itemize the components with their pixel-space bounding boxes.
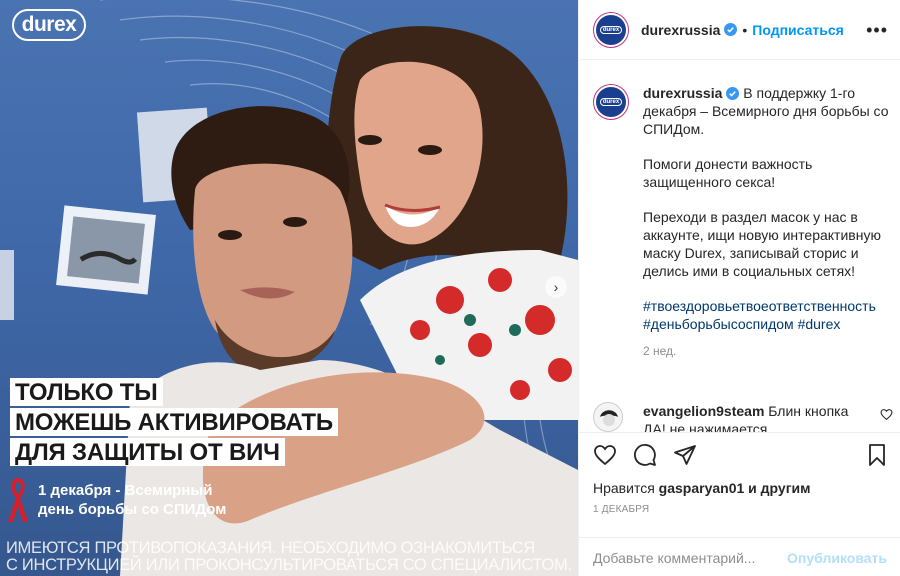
- post-sidebar: durex durexrussia • Подписаться ••• dure…: [578, 0, 900, 576]
- comment-bubble-icon[interactable]: [633, 443, 657, 467]
- event-date-text: 1 декабря - Всемирный день борьбы со СПИ…: [38, 482, 227, 518]
- avatar[interactable]: [593, 402, 623, 432]
- hashtag-link[interactable]: #твоездоровьетвоеответственность: [643, 298, 876, 314]
- medical-warning: ИМЕЮТСЯ ПРОТИВОПОКАЗАНИЯ. НЕОБХОДИМО ОЗН…: [6, 539, 572, 574]
- verified-badge-icon: [726, 87, 740, 100]
- save-bookmark-icon[interactable]: [865, 443, 889, 467]
- add-comment-bar: Опубликовать: [579, 537, 900, 576]
- headline-line: ТОЛЬКО ТЫ: [10, 378, 163, 406]
- caption-username[interactable]: durexrussia: [643, 85, 722, 101]
- share-send-icon[interactable]: [673, 443, 697, 467]
- post-media[interactable]: durex › ТОЛЬКО ТЫ МОЖЕШЬ АКТИВИРОВАТЬ ДЛ…: [0, 0, 578, 576]
- liker-username[interactable]: gasparyan01: [659, 480, 745, 496]
- likes-others-link[interactable]: и другим: [748, 480, 810, 496]
- more-options-icon[interactable]: •••: [866, 20, 888, 41]
- post-header: durex durexrussia • Подписаться •••: [579, 0, 900, 60]
- post-caption: durex durexrussia В поддержку 1-го декаб…: [593, 84, 893, 358]
- caption-paragraph: Помоги донести важность защищенного секс…: [643, 156, 813, 190]
- comment-like-heart-icon[interactable]: [880, 408, 893, 421]
- comment-input[interactable]: [593, 547, 783, 569]
- likes-summary: Нравится gasparyan01 и другим: [593, 480, 811, 496]
- follow-button[interactable]: Подписаться: [752, 22, 844, 38]
- header-username[interactable]: durexrussia: [641, 22, 720, 38]
- hashtag-link[interactable]: #durex: [798, 316, 841, 332]
- publish-button[interactable]: Опубликовать: [787, 550, 887, 566]
- avatar[interactable]: durex: [593, 84, 629, 120]
- caption-paragraph: Переходи в раздел масок у нас в аккаунте…: [643, 209, 881, 279]
- next-slide-chevron-right-icon[interactable]: ›: [545, 276, 567, 298]
- post-date[interactable]: 1 ДЕКАБРЯ: [593, 504, 649, 515]
- hashtag-link[interactable]: #деньборьбысоспидом: [643, 316, 794, 332]
- like-heart-icon[interactable]: [593, 443, 617, 467]
- separator-dot: •: [742, 21, 748, 38]
- comment-item: evangelion9steam Блин кнопка ДА! не нажи…: [593, 402, 893, 432]
- headline-line: ДЛЯ ЗАЩИТЫ ОТ ВИЧ: [10, 438, 285, 466]
- comment-username[interactable]: evangelion9steam: [643, 403, 764, 419]
- verified-badge-icon: [724, 23, 738, 36]
- caption-timestamp[interactable]: 2 нед.: [643, 344, 893, 358]
- avatar[interactable]: durex: [593, 11, 629, 48]
- post-headline: ТОЛЬКО ТЫ МОЖЕШЬ АКТИВИРОВАТЬ ДЛЯ ЗАЩИТЫ…: [10, 378, 338, 468]
- red-ribbon-icon: [8, 478, 28, 522]
- headline-line: МОЖЕШЬ АКТИВИРОВАТЬ: [10, 408, 338, 436]
- durex-logo: durex: [12, 9, 86, 41]
- post-actions: Нравится gasparyan01 и другим 1 ДЕКАБРЯ …: [579, 432, 900, 576]
